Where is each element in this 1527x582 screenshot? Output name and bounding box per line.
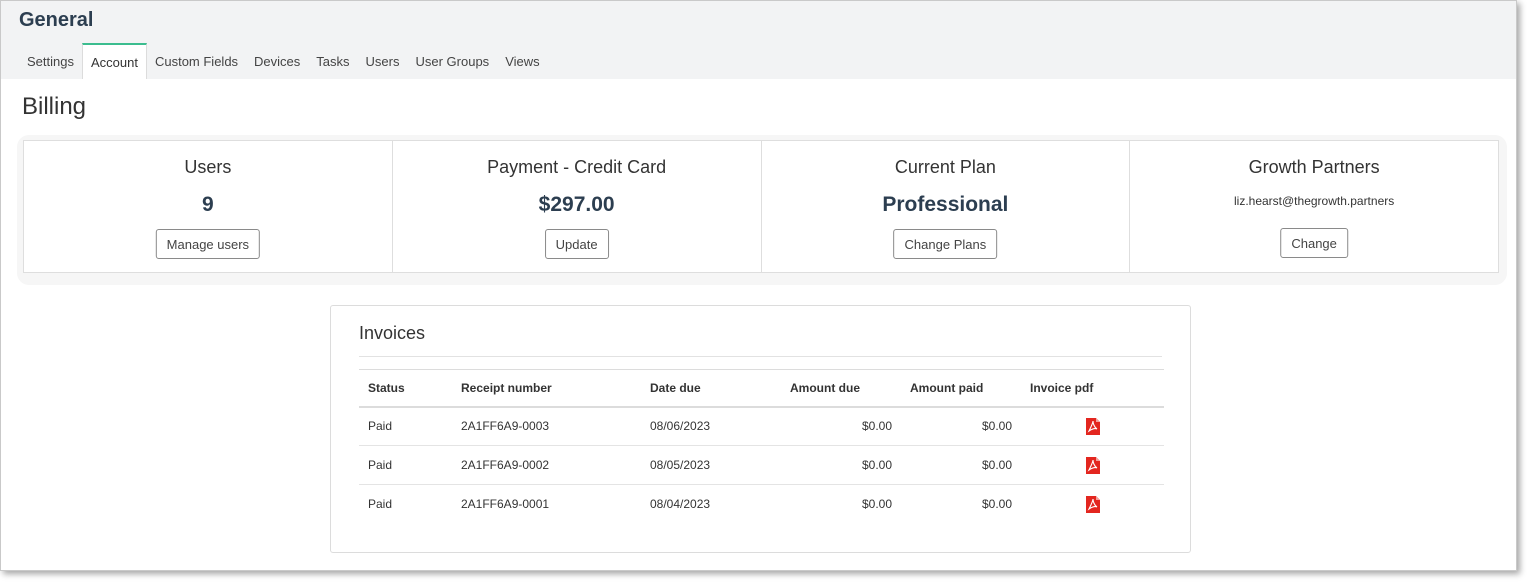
- app-window: General Settings Account Custom Fields D…: [0, 0, 1517, 571]
- invoice-date-due: 08/06/2023: [641, 406, 781, 446]
- update-payment-button[interactable]: Update: [544, 229, 609, 259]
- column-header-invoice-pdf: Invoice pdf: [1030, 380, 1094, 395]
- tab-bar: Settings Account Custom Fields Devices T…: [19, 43, 548, 79]
- change-plans-button[interactable]: Change Plans: [893, 229, 998, 259]
- pdf-file-icon[interactable]: [1085, 495, 1100, 513]
- column-header-status: Status: [368, 380, 405, 395]
- billing-cards: Users 9 Manage users Payment - Credit Ca…: [23, 140, 1499, 273]
- table-row: Paid 2A1FF6A9-0001 08/04/2023 $0.00 $0.0…: [359, 485, 1164, 524]
- tab-account[interactable]: Account: [81, 43, 147, 79]
- tab-user-groups[interactable]: User Groups: [407, 43, 497, 79]
- users-card-title: Users: [184, 157, 232, 177]
- invoice-amount-paid: $0.00: [901, 445, 1021, 485]
- payment-amount: $297.00: [538, 193, 615, 216]
- invoices-table: Status Receipt number Date due Amount du…: [359, 369, 1164, 524]
- invoice-amount-due: $0.00: [781, 445, 901, 485]
- invoice-receipt-number: 2A1FF6A9-0002: [452, 445, 641, 485]
- invoice-amount-due: $0.00: [781, 406, 901, 446]
- payment-card: Payment - Credit Card $297.00 Update: [393, 141, 762, 272]
- pdf-file-icon[interactable]: [1085, 417, 1100, 435]
- invoices-panel: Invoices Status Receipt number Date due …: [330, 305, 1191, 553]
- plan-card: Current Plan Professional Change Plans: [762, 141, 1131, 272]
- column-header-amount-paid: Amount paid: [910, 380, 984, 395]
- column-header-receipt: Receipt number: [461, 380, 552, 395]
- invoice-amount-paid: $0.00: [901, 406, 1021, 446]
- invoices-title: Invoices: [359, 323, 426, 343]
- invoice-pdf-cell: [1021, 406, 1164, 446]
- invoice-date-due: 08/05/2023: [641, 445, 781, 485]
- invoice-receipt-number: 2A1FF6A9-0001: [461, 497, 550, 512]
- table-header-row: Status Receipt number Date due Amount du…: [359, 369, 1164, 407]
- tab-users[interactable]: Users: [358, 43, 408, 79]
- table-row: Paid 2A1FF6A9-0002 08/05/2023 $0.00 $0.0…: [359, 445, 1164, 485]
- tab-tasks[interactable]: Tasks: [308, 43, 357, 79]
- plan-name: Professional: [882, 193, 1009, 216]
- payment-card-title: Payment - Credit Card: [487, 157, 667, 177]
- partner-email: liz.hearst@thegrowth.partners: [1233, 194, 1395, 208]
- invoice-status: Paid: [359, 445, 452, 485]
- change-partner-button[interactable]: Change: [1280, 228, 1348, 258]
- table-row: Paid 2A1FF6A9-0003 08/06/2023 $0.00 $0.0…: [359, 406, 1164, 446]
- billing-heading: Billing: [22, 93, 87, 120]
- partner-card: Growth Partners liz.hearst@thegrowth.par…: [1130, 141, 1498, 272]
- plan-card-title: Current Plan: [894, 157, 996, 177]
- page-title: General: [19, 9, 94, 31]
- invoice-amount-due: $0.00: [861, 497, 892, 512]
- invoices-divider: [359, 356, 1162, 357]
- tab-views[interactable]: Views: [497, 43, 547, 79]
- invoice-status: Paid: [368, 497, 393, 512]
- tab-settings[interactable]: Settings: [19, 43, 82, 79]
- users-count: 9: [202, 193, 214, 216]
- tab-custom-fields[interactable]: Custom Fields: [147, 43, 246, 79]
- invoice-date-due: 08/04/2023: [650, 497, 711, 512]
- pdf-file-icon[interactable]: [1085, 456, 1100, 474]
- billing-summary: Users 9 Manage users Payment - Credit Ca…: [17, 135, 1507, 285]
- invoice-status: Paid: [359, 406, 452, 446]
- column-header-amount-due: Amount due: [790, 380, 860, 395]
- users-card: Users 9 Manage users: [24, 141, 393, 272]
- header-bar: General Settings Account Custom Fields D…: [1, 1, 1516, 79]
- partner-card-title: Growth Partners: [1248, 157, 1380, 177]
- invoice-pdf-cell: [1021, 445, 1164, 485]
- invoice-receipt-number: 2A1FF6A9-0003: [452, 406, 641, 446]
- tab-devices[interactable]: Devices: [246, 43, 308, 79]
- invoice-amount-paid: $0.00: [981, 497, 1012, 512]
- manage-users-button[interactable]: Manage users: [155, 229, 261, 259]
- invoice-pdf-cell: [1021, 485, 1164, 524]
- column-header-date-due: Date due: [650, 380, 701, 395]
